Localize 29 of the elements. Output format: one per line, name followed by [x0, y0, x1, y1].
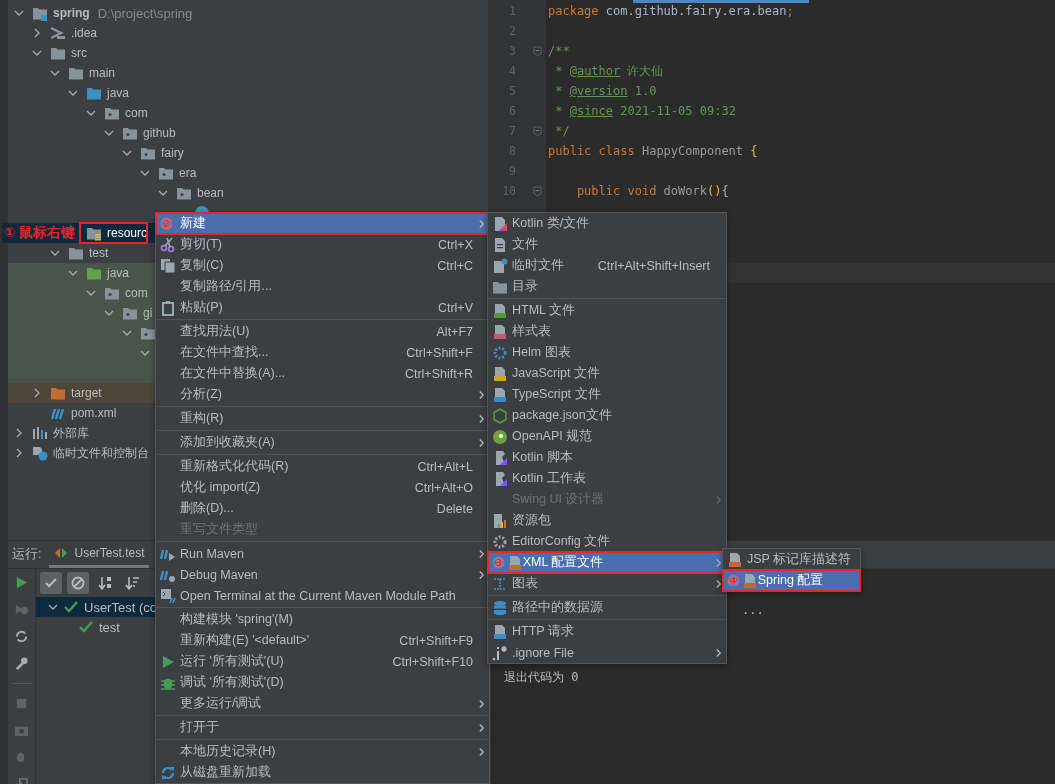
test-name: test — [99, 619, 120, 635]
project-path: D:\project\spring — [97, 5, 193, 21]
code-line: package com.github.fairy.era.bean; — [548, 4, 794, 18]
code-line: public void doWork(){ — [575, 184, 729, 198]
shortcut-label: Ctrl+Alt+L — [416, 459, 473, 474]
shortcut-label: Ctrl+Shift+R — [403, 366, 473, 381]
shortcut-label: Ctrl+Shift+F9 — [398, 633, 473, 648]
panel-title: 运行: — [12, 546, 42, 563]
code-line: */ — [554, 124, 570, 138]
shortcut-label: Ctrl+Alt+Shift+Insert — [596, 258, 710, 273]
shortcut-label: Delete — [435, 501, 473, 516]
step-number: ③ — [492, 555, 505, 570]
shortcut-label: Alt+F7 — [435, 324, 473, 339]
step-number: ④ — [727, 573, 740, 588]
shortcut-label: Ctrl+C — [436, 258, 473, 273]
code-line: * @author 许大仙 — [554, 62, 664, 80]
shortcut-label: Ctrl+Alt+O — [413, 480, 473, 495]
shortcut-label: Ctrl+X — [436, 237, 473, 252]
console-text: 退出代码为 0 — [504, 669, 580, 686]
shortcut-label: Ctrl+Shift+F — [405, 345, 473, 360]
console-text: ... — [742, 603, 765, 617]
shortcut-label: Ctrl+V — [436, 300, 473, 315]
code-line: * @version 1.0 — [554, 84, 657, 98]
code-line: public class HappyComponent { — [548, 144, 758, 158]
step-number: ② — [160, 216, 173, 231]
shortcut-label: Ctrl+Shift+F10 — [391, 654, 473, 669]
code-line: /** — [548, 44, 570, 58]
annotation-label: ① 鼠标右键 — [2, 223, 78, 243]
code-line: * @since 2021-11-05 09:32 — [554, 104, 736, 118]
